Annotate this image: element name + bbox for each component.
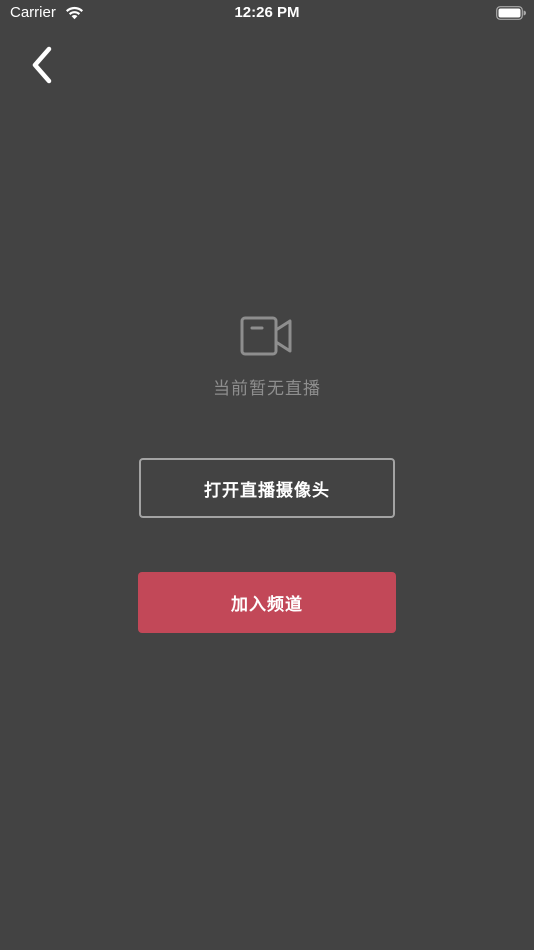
open-camera-button[interactable]: 打开直播摄像头 <box>139 458 395 518</box>
empty-state-message: 当前暂无直播 <box>213 379 321 399</box>
chevron-left-icon <box>32 46 52 84</box>
status-time: 12:26 PM <box>234 4 300 21</box>
join-channel-button[interactable]: 加入频道 <box>138 572 396 633</box>
back-button[interactable] <box>22 42 62 88</box>
empty-state: 当前暂无直播 <box>0 312 534 399</box>
status-bar: Carrier 12:26 PM <box>0 0 534 28</box>
battery-icon <box>496 6 526 20</box>
video-camera-icon <box>240 316 292 356</box>
